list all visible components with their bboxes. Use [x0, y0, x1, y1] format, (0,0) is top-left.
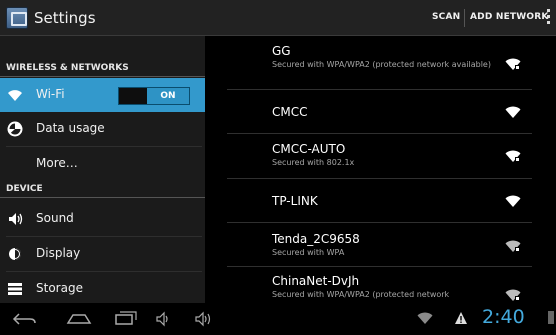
page-title: Settings: [34, 9, 96, 27]
section-header-wireless: WIRELESS & NETWORKS: [6, 63, 129, 73]
sidebar-item-sound[interactable]: Sound: [0, 202, 205, 236]
sidebar-item-label: Sound: [36, 211, 74, 225]
network-ssid: CMCC: [272, 105, 308, 119]
section-header-device: DEVICE: [6, 184, 43, 194]
network-ssid: CMCC-AUTO: [272, 142, 346, 156]
wifi-signal-locked-icon: [505, 58, 521, 70]
network-ssid: GG: [272, 44, 291, 58]
sidebar-item-label: More…: [36, 156, 78, 170]
list-divider: [227, 178, 532, 179]
data-usage-icon: [7, 121, 23, 137]
network-ssid: ChinaNet-DvJh: [272, 274, 360, 288]
volume-down-icon[interactable]: [155, 311, 171, 327]
sidebar-item-storage[interactable]: Storage: [0, 272, 205, 306]
storage-icon: [8, 283, 22, 295]
network-status: Secured with 802.1x: [272, 158, 355, 167]
list-divider: [227, 89, 532, 90]
sidebar-item-label: Storage: [36, 281, 83, 295]
wifi-status-icon: [417, 312, 433, 324]
settings-sidebar: WIRELESS & NETWORKS Wi-Fi ON Data usage …: [0, 36, 205, 303]
network-status: Secured with WPA/WPA2 (protected network…: [272, 60, 491, 69]
home-icon[interactable]: [66, 310, 92, 326]
wifi-toggle[interactable]: ON: [118, 87, 190, 105]
wifi-signal-locked-icon: [505, 289, 521, 301]
wifi-signal-locked-icon: [505, 150, 521, 162]
wifi-network-list: GG Secured with WPA/WPA2 (protected netw…: [205, 36, 556, 303]
section-divider: [0, 197, 205, 198]
volume-up-icon[interactable]: [194, 311, 214, 327]
network-ssid: Tenda_2C9658: [272, 232, 360, 246]
sidebar-item-label: Display: [36, 246, 81, 260]
battery-icon: [548, 311, 554, 324]
sidebar-item-display[interactable]: Display: [0, 237, 205, 271]
section-divider: [0, 76, 205, 77]
wifi-icon: [8, 90, 22, 101]
sidebar-item-label: Wi-Fi: [36, 87, 65, 101]
warning-icon: [455, 312, 467, 324]
list-divider: [227, 222, 532, 223]
back-icon[interactable]: [12, 311, 38, 327]
sidebar-item-data-usage[interactable]: Data usage: [0, 112, 205, 146]
list-divider: [227, 266, 532, 267]
settings-app-icon[interactable]: [6, 7, 28, 29]
add-network-button[interactable]: ADD NETWORK: [470, 12, 549, 22]
sidebar-item-label: Data usage: [36, 121, 105, 135]
overflow-menu-icon[interactable]: [547, 9, 551, 27]
action-divider: [464, 9, 465, 27]
network-ssid: TP-LINK: [272, 194, 318, 208]
wifi-signal-icon: [505, 195, 521, 207]
wifi-signal-locked-icon: [505, 240, 521, 252]
network-status: Secured with WPA: [272, 248, 345, 257]
status-clock[interactable]: 2:40: [482, 306, 525, 328]
list-divider: [227, 133, 532, 134]
scan-button[interactable]: SCAN: [432, 12, 460, 22]
recent-apps-icon[interactable]: [112, 309, 138, 327]
network-status: Secured with WPA/WPA2 (protected network: [272, 290, 450, 299]
action-bar: Settings SCAN ADD NETWORK: [0, 0, 556, 36]
sound-icon: [9, 213, 23, 225]
wifi-signal-icon: [505, 106, 521, 118]
display-icon: [9, 248, 21, 260]
toggle-state: ON: [147, 88, 189, 104]
sidebar-item-more[interactable]: More…: [0, 147, 205, 181]
sidebar-item-wifi[interactable]: Wi-Fi ON: [0, 78, 205, 112]
system-bar: [0, 303, 556, 335]
